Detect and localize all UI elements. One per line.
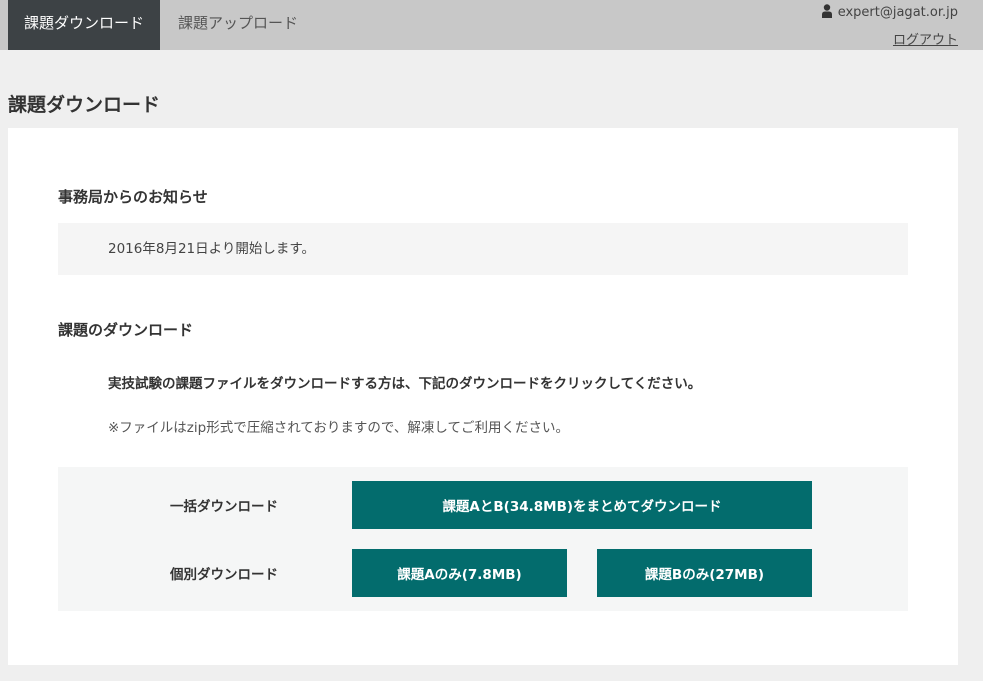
download-note-text: ※ファイルはzip形式で圧縮されておりますので、解凍してご利用ください。	[108, 420, 569, 436]
user-icon	[821, 4, 832, 26]
download-box: 一括ダウンロード 課題AとB(34.8MB)をまとめてダウンロード 個別ダウンロ…	[58, 467, 908, 611]
download-lead-text: 実技試験の課題ファイルをダウンロードする方は、下記のダウンロードをクリックしてく…	[108, 376, 702, 392]
tab-upload[interactable]: 課題アップロード	[160, 0, 316, 50]
content-panel: 事務局からのお知らせ 2016年8月21日より開始します。 課題のダウンロード …	[8, 128, 958, 665]
user-block: expert@jagat.or.jp ログアウト	[821, 2, 958, 48]
individual-download-label: 個別ダウンロード	[170, 567, 278, 583]
notice-message: 2016年8月21日より開始します。	[108, 241, 316, 257]
bulk-download-label: 一括ダウンロード	[170, 499, 278, 515]
top-navigation-bar: 課題ダウンロード 課題アップロード expert@jagat.or.jp ログア…	[0, 0, 983, 50]
download-a-button[interactable]: 課題Aのみ(7.8MB)	[352, 549, 567, 597]
user-info: expert@jagat.or.jp	[821, 2, 958, 26]
bulk-download-button[interactable]: 課題AとB(34.8MB)をまとめてダウンロード	[352, 481, 812, 529]
logout-link[interactable]: ログアウト	[893, 29, 958, 48]
download-b-button[interactable]: 課題Bのみ(27MB)	[597, 549, 812, 597]
notice-heading: 事務局からのお知らせ	[58, 188, 208, 206]
download-heading: 課題のダウンロード	[58, 321, 194, 339]
tab-download[interactable]: 課題ダウンロード	[8, 0, 160, 50]
page-title: 課題ダウンロード	[8, 94, 161, 116]
notice-box: 2016年8月21日より開始します。	[58, 223, 908, 275]
user-email: expert@jagat.or.jp	[837, 5, 958, 20]
